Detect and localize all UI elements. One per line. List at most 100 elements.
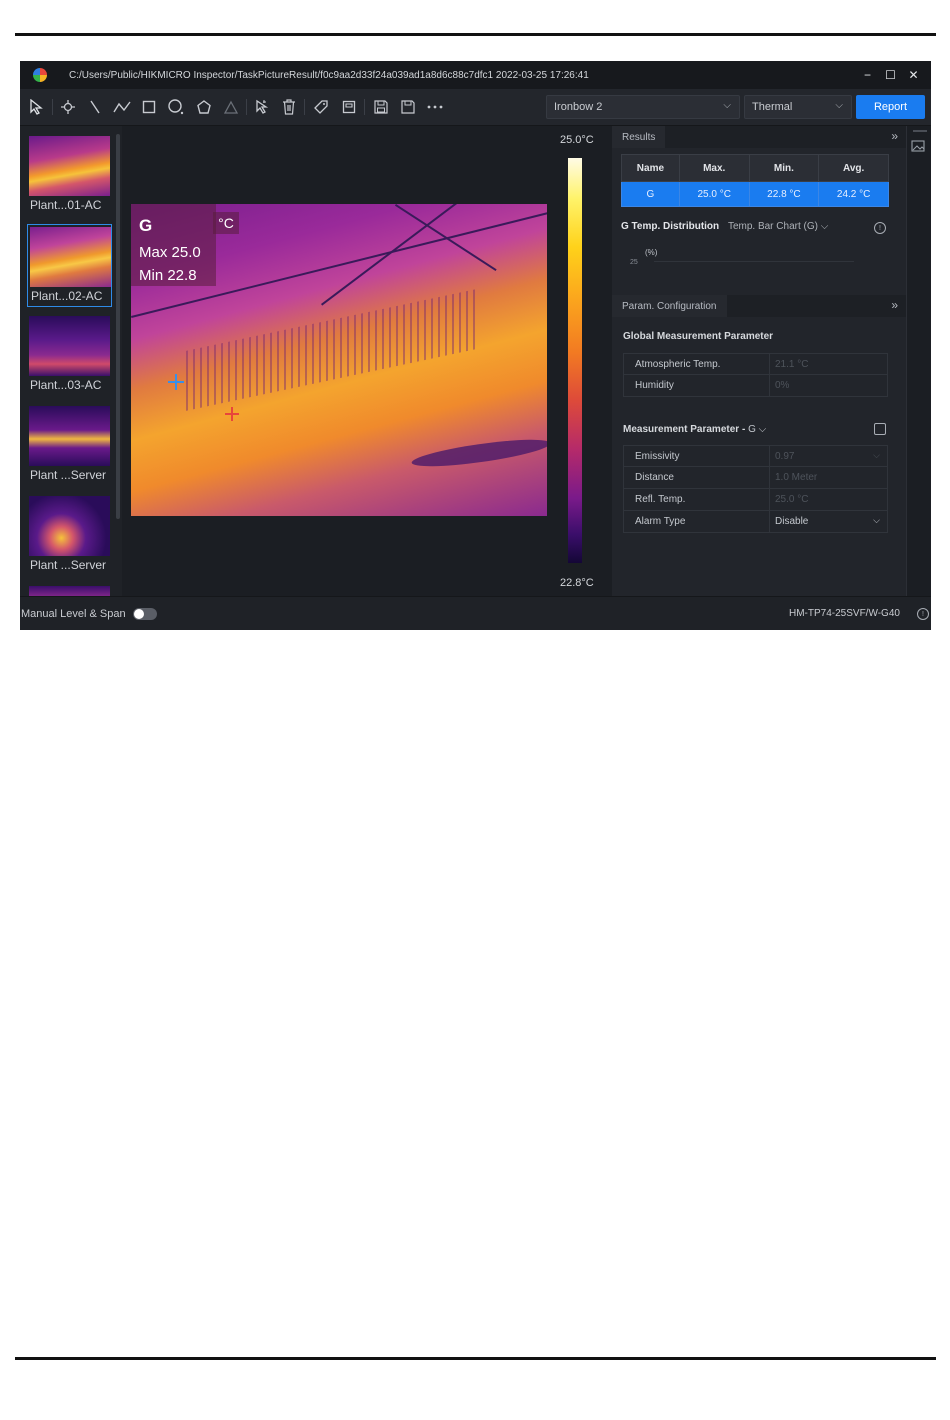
palette-select-value: Ironbow 2: [554, 101, 603, 113]
ac-vent-grille: [186, 289, 476, 411]
mode-select[interactable]: Thermal ⌵: [744, 95, 852, 119]
distribution-header: G Temp. Distribution Temp. Bar Chart (G)…: [621, 221, 828, 232]
param-value[interactable]: 25.0 °C: [770, 489, 887, 510]
toggle-knob: [134, 609, 144, 619]
info-icon[interactable]: !: [917, 608, 929, 620]
thumbnail-caption: Plant...02-AC: [31, 289, 103, 303]
thumbnail-item[interactable]: [27, 584, 112, 596]
thermal-image[interactable]: G °C Max 25.0 Min 22.8: [131, 204, 547, 516]
page-bottom-rule: [15, 1357, 936, 1360]
toolbar-separator: [246, 99, 247, 115]
results-col-avg: Avg.: [818, 154, 889, 182]
thumbnail-image: [29, 406, 110, 466]
polygon-tool-icon[interactable]: [194, 98, 214, 116]
param-value[interactable]: 0.97: [770, 446, 887, 466]
min-temp-marker-icon: [168, 374, 184, 390]
param-label: Refl. Temp.: [624, 489, 770, 510]
measurement-param-title: Measurement Parameter - G ⌵: [623, 424, 767, 435]
tab-results[interactable]: Results: [612, 126, 666, 148]
chevron-down-icon: ⌵: [873, 450, 880, 460]
rectangle-tool-icon[interactable]: [139, 98, 159, 116]
overlay-unit: °C: [213, 212, 239, 234]
report-button[interactable]: Report: [856, 95, 925, 119]
triangle-tool-icon[interactable]: [221, 98, 241, 116]
distribution-y-unit: (%): [645, 248, 658, 257]
thumbnail-image: [29, 586, 110, 596]
distribution-title: G Temp. Distribution: [621, 221, 720, 232]
param-label: Atmospheric Temp.: [624, 354, 770, 374]
status-bar: Manual Level & Span HM-TP74-25SVF/W-G40 …: [20, 596, 931, 630]
distribution-baseline: [654, 261, 854, 262]
measurement-target-select[interactable]: G ⌵: [748, 424, 766, 435]
result-avg: 24.2 °C: [818, 181, 889, 207]
chevron-down-icon: ⌵: [820, 221, 829, 232]
pointer-select-icon[interactable]: [252, 98, 272, 116]
mode-select-value: Thermal: [752, 101, 793, 113]
save-icon[interactable]: [398, 98, 418, 116]
distribution-y-tick: 25: [630, 259, 638, 266]
export-params-icon[interactable]: [874, 423, 886, 435]
thermal-viewer: G °C Max 25.0 Min 22.8 25.0°C 22.8°C: [122, 126, 612, 596]
save-as-icon[interactable]: [371, 98, 391, 116]
measurement-overlay: G °C Max 25.0 Min 22.8: [131, 204, 239, 286]
line-tool-icon[interactable]: [85, 98, 105, 116]
level-span-label: Manual Level & Span: [21, 608, 126, 620]
overlay-max: Max 25.0: [139, 244, 201, 261]
thumbnail-scrollbar[interactable]: [116, 134, 120, 519]
thumbnail-item[interactable]: Plant...01-AC: [27, 134, 112, 217]
results-col-max: Max.: [678, 154, 750, 182]
param-value[interactable]: 21.1 °C: [770, 354, 887, 374]
param-config-header: Param. Configuration »: [612, 295, 906, 317]
window-title: C:/Users/Public/HIKMICRO Inspector/TaskP…: [69, 69, 589, 81]
toolbar-separator: [52, 99, 53, 115]
param-label: Alarm Type: [624, 511, 770, 532]
toolbar: Ironbow 2 ⌵ Thermal ⌵ Report: [20, 89, 931, 126]
param-value[interactable]: 0%: [770, 375, 887, 396]
thumbnail-image: [29, 316, 110, 376]
table-row[interactable]: G 25.0 °C 22.8 °C 24.2 °C: [621, 181, 889, 207]
circle-tool-icon[interactable]: [166, 98, 186, 116]
param-row-refl-temp: Refl. Temp. 25.0 °C: [623, 489, 888, 511]
measurement-param-label: Measurement Parameter: [623, 424, 740, 435]
expand-param-icon[interactable]: »: [891, 298, 898, 312]
close-icon[interactable]: ✕: [902, 68, 925, 82]
info-icon[interactable]: !: [874, 222, 886, 234]
distribution-type-value: Temp. Bar Chart (G): [727, 221, 818, 232]
thumbnail-item-selected[interactable]: Plant...02-AC: [27, 224, 112, 307]
device-model: HM-TP74-25SVF/W-G40: [789, 608, 900, 619]
app-window: C:/Users/Public/HIKMICRO Inspector/TaskP…: [20, 61, 931, 630]
tab-param-configuration[interactable]: Param. Configuration: [612, 295, 727, 317]
tag-icon[interactable]: [311, 98, 331, 116]
param-value[interactable]: Disable: [770, 511, 887, 532]
frame-icon[interactable]: [339, 98, 359, 116]
thumbnail-item[interactable]: Plant ...Server: [27, 404, 112, 487]
drag-handle[interactable]: [913, 130, 927, 132]
app-logo-icon: [33, 68, 47, 82]
palette-select[interactable]: Ironbow 2 ⌵: [546, 95, 740, 119]
overlay-label: G: [139, 216, 153, 235]
param-row-alarm-type[interactable]: Alarm Type Disable ⌵: [623, 511, 888, 533]
result-min: 22.8 °C: [748, 181, 820, 207]
toolbar-separator: [364, 99, 365, 115]
select-arrow-icon[interactable]: [26, 98, 46, 116]
distribution-type-select[interactable]: Temp. Bar Chart (G) ⌵: [728, 221, 828, 232]
thumbnail-item[interactable]: Plant ...Server: [27, 494, 112, 577]
minimize-icon[interactable]: −: [856, 68, 879, 82]
polyline-tool-icon[interactable]: [112, 98, 132, 116]
thumbnail-item[interactable]: Plant...03-AC: [27, 314, 112, 397]
thumbnail-caption: Plant ...Server: [30, 468, 107, 482]
more-icon[interactable]: [425, 98, 445, 116]
measurement-target-value: G: [748, 424, 756, 435]
param-value[interactable]: 1.0 Meter: [770, 467, 887, 488]
page-top-rule: [15, 33, 936, 36]
maximize-icon[interactable]: ☐: [879, 68, 902, 82]
expand-results-icon[interactable]: »: [891, 129, 898, 143]
delete-icon[interactable]: [279, 98, 299, 116]
results-col-min: Min.: [748, 154, 820, 182]
overlay-min: Min 22.8: [139, 267, 197, 284]
level-span-toggle[interactable]: [133, 608, 157, 620]
chevron-down-icon: ⌵: [835, 100, 843, 111]
point-tool-icon[interactable]: [58, 98, 78, 116]
image-icon[interactable]: [911, 140, 927, 154]
param-label: Emissivity: [624, 446, 770, 466]
